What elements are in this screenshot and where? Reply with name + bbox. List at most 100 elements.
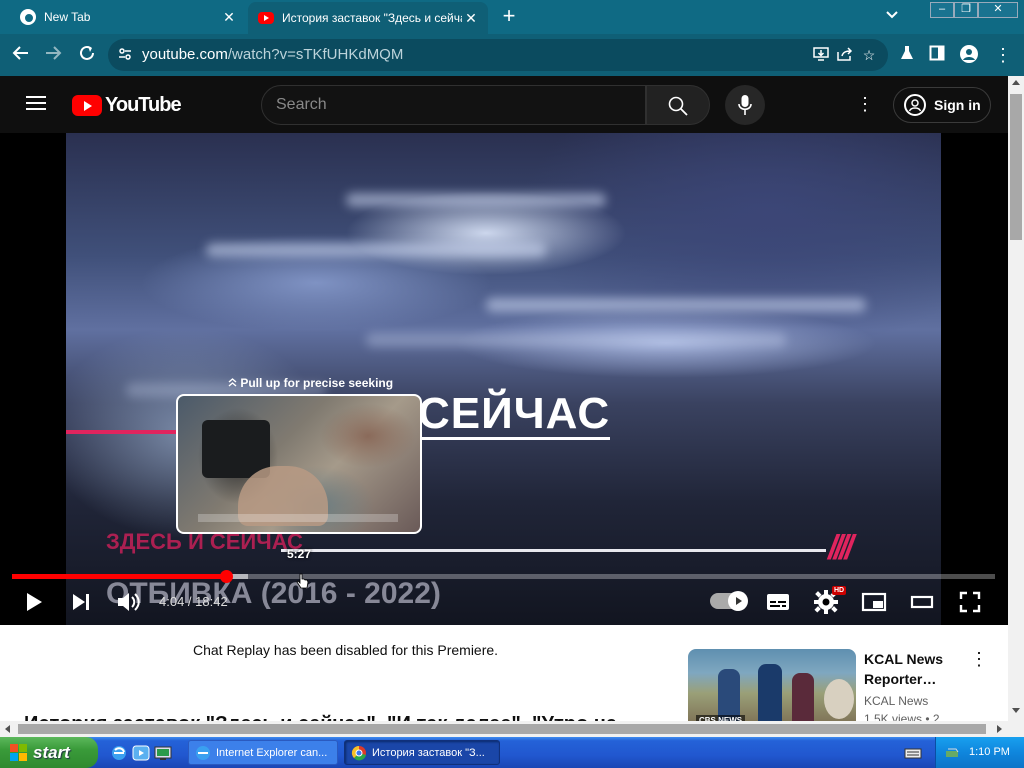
youtube-logo[interactable]: YouTube	[72, 94, 182, 117]
taskbar-item-chrome[interactable]: История заставок "З...	[344, 740, 500, 765]
scroll-down-arrow-icon[interactable]	[1012, 708, 1020, 713]
forward-arrow-icon[interactable]	[42, 44, 64, 66]
fullscreen-icon	[959, 591, 981, 613]
precise-seeking-hint: Pull up for precise seeking	[228, 376, 393, 390]
extensions-flask-icon[interactable]	[896, 44, 918, 66]
progress-played	[12, 574, 227, 579]
url-host: youtube.com	[142, 46, 228, 63]
fullscreen-button[interactable]	[956, 587, 992, 617]
back-arrow-icon[interactable]	[10, 44, 32, 66]
side-panel-icon[interactable]	[926, 44, 948, 66]
video-player[interactable]: СЕЙЧАС ЗДЕСЬ И СЕЙЧАС //// ОТБИВКА (2016…	[0, 133, 1008, 625]
microphone-icon	[738, 95, 752, 115]
browser-toolbar: youtube.com/watch?v=sTKfUHKdMQM ☆ ⋮	[0, 34, 1024, 76]
scroll-right-arrow-icon[interactable]	[997, 725, 1002, 733]
play-button[interactable]	[22, 587, 58, 617]
seek-preview-thumbnail	[176, 394, 422, 534]
share-icon[interactable]	[836, 47, 854, 63]
scroll-up-arrow-icon[interactable]	[1012, 80, 1020, 85]
video-overlay-caption: ОТБИВКА (2016 - 2022)	[106, 577, 441, 610]
chrome-menu-kebab-icon[interactable]: ⋮	[992, 44, 1014, 66]
overlay-slashes-logo: ////	[828, 529, 854, 567]
address-bar[interactable]: youtube.com/watch?v=sTKfUHKdMQM ☆	[108, 39, 888, 71]
windows-flag-icon	[10, 743, 28, 762]
tab-close-icon[interactable]: ✕	[220, 9, 238, 26]
account-circle-icon	[904, 94, 926, 116]
taskbar-item-label: Internet Explorer can...	[216, 746, 328, 759]
time-separator: /	[184, 594, 196, 609]
vertical-scroll-thumb[interactable]	[1010, 94, 1022, 240]
start-button[interactable]: start	[0, 737, 98, 768]
keyboard-language-icon[interactable]	[904, 744, 922, 762]
minimize-window-button[interactable]: –	[930, 2, 954, 18]
hd-badge: HD	[832, 586, 847, 595]
profile-avatar-icon[interactable]	[958, 44, 980, 66]
overlay-divider-line	[281, 549, 826, 552]
search-box	[261, 85, 646, 125]
next-button[interactable]	[70, 587, 106, 617]
new-tab-button[interactable]: +	[498, 5, 520, 28]
settings-kebab-icon[interactable]: ⋮	[856, 94, 874, 116]
related-video-title[interactable]: KCAL News Reporter…	[864, 649, 964, 689]
related-video-menu-kebab-icon[interactable]: ⋮	[970, 649, 988, 670]
start-label: start	[33, 742, 70, 762]
play-icon	[27, 593, 42, 611]
tab-title: История заставок "Здесь и сейча	[282, 11, 462, 25]
youtube-favicon-icon	[258, 12, 274, 24]
tab-new-tab[interactable]: New Tab ✕	[8, 0, 246, 34]
related-video-channel[interactable]: KCAL News	[864, 694, 928, 708]
restore-window-button[interactable]: ❐	[954, 2, 978, 18]
scroll-left-arrow-icon[interactable]	[5, 725, 10, 733]
autoplay-play-icon	[728, 591, 748, 611]
taskbar-item-label: История заставок "З...	[372, 746, 485, 759]
sign-in-label: Sign in	[934, 97, 981, 113]
voice-search-button[interactable]	[725, 85, 765, 125]
horizontal-scrollbar[interactable]	[0, 721, 1008, 737]
install-app-icon[interactable]	[812, 47, 830, 63]
mute-button[interactable]	[116, 587, 152, 617]
media-player-quicklaunch-icon[interactable]	[132, 744, 150, 762]
taskbar-item-internet-explorer[interactable]: Internet Explorer can...	[188, 740, 338, 765]
ie-window-icon	[196, 745, 210, 760]
volume-icon	[118, 593, 140, 611]
browser-tab-strip: New Tab ✕ История заставок "Здесь и сейч…	[0, 0, 1024, 34]
tab-close-icon[interactable]: ✕	[462, 10, 480, 27]
subtitles-icon	[767, 594, 789, 610]
precise-seeking-hint-text: Pull up for precise seeking	[240, 376, 394, 390]
chrome-icon	[20, 9, 36, 25]
search-icon	[668, 96, 688, 116]
progress-bar[interactable]	[12, 570, 995, 583]
sign-in-button[interactable]: Sign in	[893, 87, 991, 123]
search-input[interactable]	[276, 95, 626, 115]
youtube-logo-text: YouTube	[105, 94, 182, 116]
internet-explorer-quicklaunch-icon[interactable]	[110, 744, 128, 762]
seek-preview-time: 5:27	[287, 547, 312, 561]
hamburger-menu-icon[interactable]	[26, 96, 46, 110]
related-video-thumbnail[interactable]: CBS NEWS	[688, 649, 856, 729]
tab-search-chevron-icon[interactable]	[886, 8, 898, 22]
miniplayer-button[interactable]	[860, 587, 896, 617]
url-text: youtube.com/watch?v=sTKfUHKdMQM	[142, 46, 403, 63]
miniplayer-icon	[861, 592, 887, 612]
site-info-icon[interactable]	[118, 47, 132, 64]
close-window-button[interactable]: ✕	[978, 2, 1018, 18]
horizontal-scroll-thumb[interactable]	[18, 724, 986, 734]
tab-youtube-video[interactable]: История заставок "Здесь и сейча ✕	[248, 2, 488, 34]
search-button[interactable]	[646, 85, 710, 125]
video-frame[interactable]: СЕЙЧАС ЗДЕСЬ И СЕЙЧАС //// ОТБИВКА (2016…	[66, 133, 941, 625]
duration: 18:42	[195, 594, 228, 609]
subtitles-button[interactable]	[764, 587, 800, 617]
autoplay-toggle[interactable]	[710, 591, 748, 611]
show-desktop-quicklaunch-icon[interactable]	[154, 744, 172, 762]
vertical-scrollbar[interactable]	[1008, 76, 1024, 737]
safely-remove-hardware-icon[interactable]	[944, 745, 960, 761]
tab-title: New Tab	[44, 10, 91, 24]
hand-cursor-icon	[296, 573, 309, 589]
windows-taskbar: start Internet Explorer can... История з…	[0, 737, 1024, 768]
time-display: 4:04 / 18:42	[159, 594, 228, 609]
reload-icon[interactable]	[76, 44, 98, 66]
theater-mode-button[interactable]	[908, 587, 944, 617]
bookmark-star-icon[interactable]: ☆	[860, 47, 878, 63]
url-path: /watch?v=sTKfUHKdMQM	[227, 46, 404, 63]
overlay-accent-line	[66, 430, 186, 434]
